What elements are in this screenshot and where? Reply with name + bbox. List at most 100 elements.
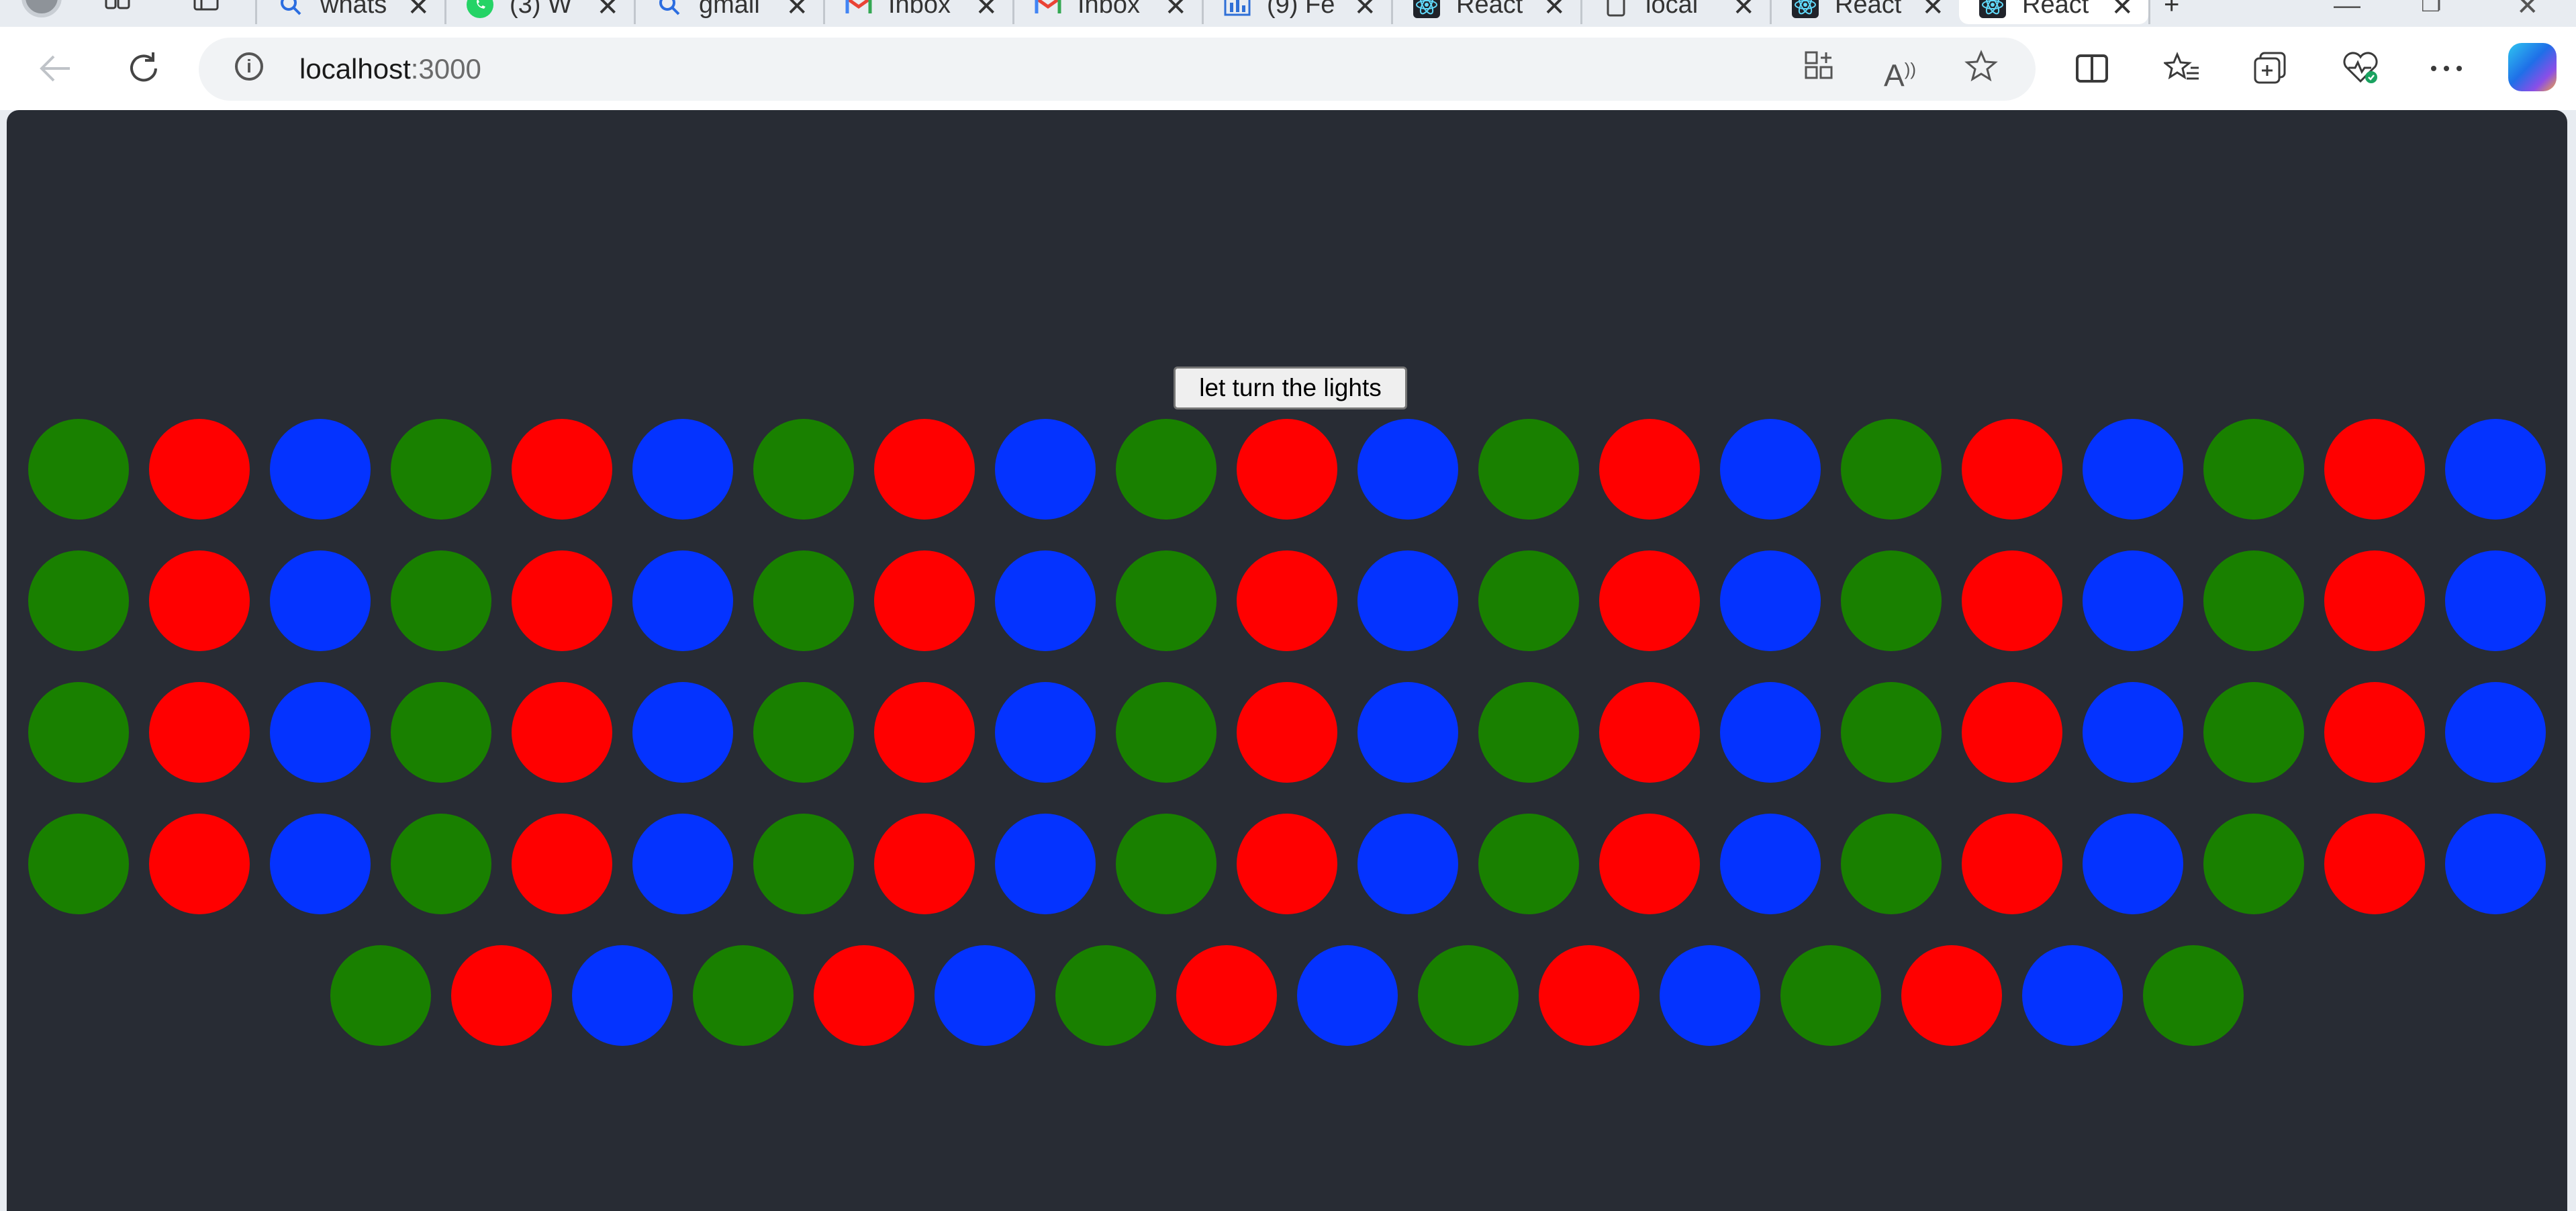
light-circle-red [149,550,250,651]
tab-actions-icon[interactable] [193,0,220,17]
light-circle-blue [1357,419,1458,520]
light-circle-green [1478,682,1579,783]
browser-tab[interactable]: React ✕ [1770,0,1959,24]
minimize-icon[interactable]: — [2334,0,2360,21]
tab-strip: whats ✕ (3) W ✕ gmail ✕ Inbox ✕ Inbox ✕ … [0,0,2576,27]
light-circle-red [1599,419,1700,520]
light-circle-green [1418,945,1519,1046]
browser-tab[interactable]: local ✕ [1580,0,1770,24]
light-circle-red [1599,682,1700,783]
light-circle-blue [632,419,733,520]
browser-tab[interactable]: whats ✕ [255,0,444,24]
more-options-icon[interactable] [2425,47,2468,90]
light-circle-blue [1720,419,1821,520]
close-tab-icon[interactable]: ✕ [596,0,619,20]
light-circle-red [2324,682,2425,783]
light-circle-green [1116,814,1217,914]
browser-tab[interactable]: gmail ✕ [634,0,823,24]
light-circle-blue [2083,550,2183,651]
tab-title: Inbox [888,0,951,19]
light-circle-blue [2083,682,2183,783]
light-circle-blue [2083,419,2183,520]
back-button[interactable] [30,43,81,94]
light-circle-blue [1297,945,1398,1046]
url-host: localhost [299,53,411,85]
light-circle-green [1841,814,1942,914]
browser-essentials-icon[interactable] [2339,47,2382,90]
light-circle-green [1780,945,1881,1046]
browser-tab-active[interactable]: React ✕ [1959,0,2148,24]
light-circle-red [512,814,612,914]
window-close-icon[interactable]: ✕ [2516,0,2539,21]
new-tab-button[interactable]: + [2148,0,2195,24]
light-circle-red [512,550,612,651]
light-circle-green [1841,550,1942,651]
browser-tab[interactable]: React ✕ [1391,0,1580,24]
url-port: :3000 [410,53,481,85]
light-circle-blue [572,945,673,1046]
address-bar[interactable]: i localhost:3000 A)) [199,38,2036,101]
light-circle-green [28,419,129,520]
light-circle-green [2203,550,2304,651]
light-circle-blue [995,550,1096,651]
profile-avatar[interactable] [21,0,62,17]
browser-tab[interactable]: Inbox ✕ [1012,0,1202,24]
light-circle-green [1116,682,1217,783]
light-circle-blue [2445,814,2546,914]
light-circle-green [391,419,491,520]
light-circle-green [1478,550,1579,651]
light-circle-blue [632,814,733,914]
favorite-star-icon[interactable] [1964,50,1998,91]
url-text[interactable]: localhost:3000 [299,52,481,86]
reload-button[interactable] [118,43,169,94]
light-circle-green [1478,814,1579,914]
tab-title: React [1835,0,1902,19]
tab-title: whats [320,0,387,19]
light-circle-blue [270,814,371,914]
react-icon [1413,0,1440,18]
light-circle-red [149,682,250,783]
light-circle-green [1841,682,1942,783]
close-tab-icon[interactable]: ✕ [1353,0,1376,20]
turn-lights-button[interactable]: let turn the lights [1174,367,1407,409]
light-circle-blue [935,945,1035,1046]
light-circle-blue [1720,550,1821,651]
read-aloud-icon[interactable]: A)) [1884,50,1916,95]
light-circle-green [753,419,854,520]
close-tab-icon[interactable]: ✕ [785,0,808,20]
light-circle-blue [2445,550,2546,651]
site-info-icon[interactable]: i [235,52,263,81]
chart-icon [1224,0,1251,18]
tab-title: local [1645,0,1699,19]
app-available-icon[interactable] [1803,50,1835,90]
browser-tab[interactable]: Inbox ✕ [823,0,1012,24]
light-circle-red [1237,682,1337,783]
light-circle-green [2203,682,2304,783]
close-tab-icon[interactable]: ✕ [2111,0,2134,20]
close-tab-icon[interactable]: ✕ [975,0,998,20]
light-circle-blue [270,682,371,783]
collections-icon[interactable] [2249,47,2292,90]
browser-tab[interactable]: (3) W ✕ [444,0,634,24]
split-screen-icon[interactable] [2070,47,2113,90]
light-circle-green [391,550,491,651]
close-tab-icon[interactable]: ✕ [1921,0,1944,20]
browser-tab[interactable]: (9) Fe ✕ [1202,0,1391,24]
light-circle-red [874,814,975,914]
close-tab-icon[interactable]: ✕ [1732,0,1755,20]
copilot-icon[interactable] [2508,43,2557,91]
workspaces-icon[interactable] [105,0,132,17]
light-circle-red [149,814,250,914]
tab-title: Inbox [1078,0,1140,19]
light-circle-green [753,814,854,914]
favorites-icon[interactable] [2160,47,2203,90]
close-tab-icon[interactable]: ✕ [1164,0,1187,20]
light-circle-blue [1660,945,1760,1046]
light-circle-blue [632,682,733,783]
restore-icon[interactable]: ❐ [2421,0,2441,17]
close-tab-icon[interactable]: ✕ [1543,0,1566,20]
light-circle-blue [995,682,1096,783]
light-circle-blue [1357,682,1458,783]
close-tab-icon[interactable]: ✕ [407,0,430,20]
light-circle-blue [2445,682,2546,783]
